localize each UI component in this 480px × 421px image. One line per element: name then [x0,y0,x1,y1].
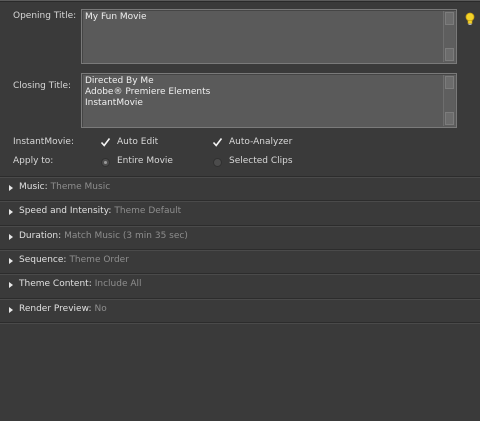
auto-edit-checkbox[interactable] [100,137,111,148]
entire-movie-label[interactable]: Entire Movie [117,156,173,166]
instantmovie-label: InstantMovie: [13,137,74,147]
section-label: Speed and Intensity: Theme Default [19,206,181,216]
triangle-right-icon[interactable] [9,185,13,191]
section-value: Match Music (3 min 35 sec) [64,231,188,241]
section-title: Duration: [19,231,62,241]
scroll-up-button[interactable] [445,12,454,25]
divider [0,226,480,227]
divider [0,323,480,324]
auto-analyzer-checkbox[interactable] [212,137,223,148]
section-value: Theme Default [114,206,182,216]
opening-title-label: Opening Title: [13,11,77,21]
section-speed-intensity[interactable]: Speed and Intensity: Theme Default [0,200,480,224]
section-render-preview[interactable]: Render Preview: No [0,298,480,322]
section-label: Duration: Match Music (3 min 35 sec) [19,231,188,241]
closing-title-label: Closing Title: [13,81,72,91]
section-theme-content[interactable]: Theme Content: Include All [0,273,480,297]
checkmark-icon [100,138,111,147]
section-label: Theme Content: Include All [19,279,142,289]
scroll-up-button[interactable] [445,76,454,89]
closing-title-line: InstantMovie [85,98,143,108]
entire-movie-radio[interactable] [101,158,110,167]
top-border-shadow [0,1,480,2]
section-label: Music: Theme Music [19,182,110,192]
section-value: Theme Order [69,255,129,265]
divider [0,299,480,300]
section-value: No [94,304,107,314]
triangle-right-icon[interactable] [9,209,13,215]
scroll-down-button[interactable] [445,112,454,125]
selected-clips-label[interactable]: Selected Clips [229,156,293,166]
scroll-down-button[interactable] [445,48,454,61]
auto-edit-label[interactable]: Auto Edit [117,137,158,147]
section-title: Speed and Intensity: [19,206,112,216]
section-title: Sequence: [19,255,67,265]
closing-title-scrollbar[interactable] [443,75,455,126]
section-value: Include All [94,279,142,289]
section-label: Sequence: Theme Order [19,255,129,265]
divider [0,274,480,275]
opening-title-scrollbar[interactable] [443,11,455,62]
section-title: Music: [19,182,48,192]
divider [0,177,480,178]
apply-to-label: Apply to: [13,156,54,166]
section-title: Render Preview: [19,304,92,314]
triangle-right-icon[interactable] [9,258,13,264]
checkmark-icon [212,138,223,147]
divider [0,250,480,251]
triangle-right-icon[interactable] [9,234,13,240]
section-sequence[interactable]: Sequence: Theme Order [0,249,480,273]
opening-title-text: My Fun Movie [85,12,147,22]
auto-analyzer-label[interactable]: Auto-Analyzer [229,137,292,147]
lightbulb-icon[interactable] [464,12,476,26]
closing-title-field[interactable]: Directed By Me Adobe® Premiere Elements … [81,73,457,128]
triangle-right-icon[interactable] [9,282,13,288]
closing-title-line: Directed By Me [85,76,154,86]
section-music[interactable]: Music: Theme Music [0,176,480,200]
divider [0,201,480,202]
closing-title-line: Adobe® Premiere Elements [85,87,211,97]
section-value: Theme Music [50,182,111,192]
opening-title-field[interactable]: My Fun Movie [81,9,457,64]
triangle-right-icon[interactable] [9,307,13,313]
selected-clips-radio[interactable] [213,158,222,167]
section-label: Render Preview: No [19,304,107,314]
section-duration[interactable]: Duration: Match Music (3 min 35 sec) [0,225,480,249]
section-title: Theme Content: [19,279,92,289]
